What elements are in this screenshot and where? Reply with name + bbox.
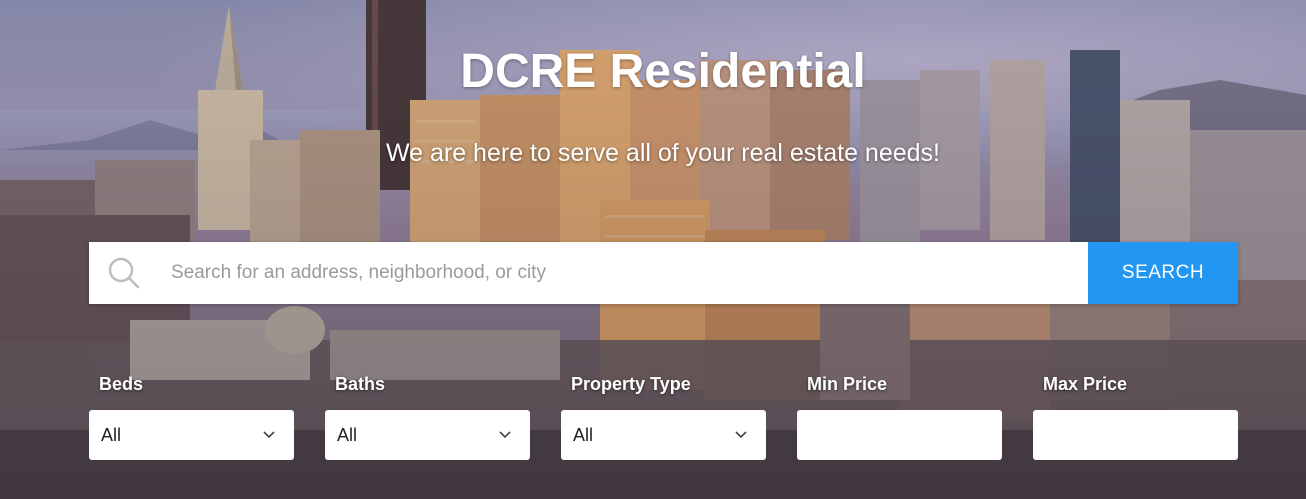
max-price-label: Max Price (1043, 374, 1128, 394)
baths-select-value: All (337, 424, 358, 445)
property-type-select[interactable]: All (561, 410, 766, 460)
page-title: DCRE Residential (460, 45, 866, 98)
min-price-label: Min Price (807, 374, 888, 394)
filters-row: Beds All Baths All Property Type All Min… (89, 370, 1249, 470)
property-type-select-value: All (573, 424, 594, 445)
search-icon (89, 242, 159, 304)
search-input[interactable] (159, 242, 1088, 304)
property-type-label: Property Type (571, 374, 691, 394)
beds-select[interactable]: All (89, 410, 294, 460)
hero-section: DCRE Residential We are here to serve al… (0, 0, 1306, 499)
search-bar: SEARCH (89, 242, 1238, 304)
max-price-input[interactable] (1033, 410, 1238, 460)
min-price-filter: Min Price (797, 370, 1002, 460)
page-subtitle: We are here to serve all of your real es… (385, 139, 940, 167)
max-price-filter: Max Price (1033, 370, 1238, 460)
beds-filter: Beds All (89, 370, 294, 460)
baths-filter: Baths All (325, 370, 530, 460)
beds-label: Beds (99, 374, 144, 394)
baths-label: Baths (335, 374, 386, 394)
min-price-input[interactable] (797, 410, 1002, 460)
property-type-filter: Property Type All (561, 370, 766, 460)
chevron-down-icon (498, 428, 512, 442)
beds-select-value: All (101, 424, 122, 445)
baths-select[interactable]: All (325, 410, 530, 460)
chevron-down-icon (262, 428, 276, 442)
search-button[interactable]: SEARCH (1088, 242, 1238, 304)
chevron-down-icon (734, 428, 748, 442)
